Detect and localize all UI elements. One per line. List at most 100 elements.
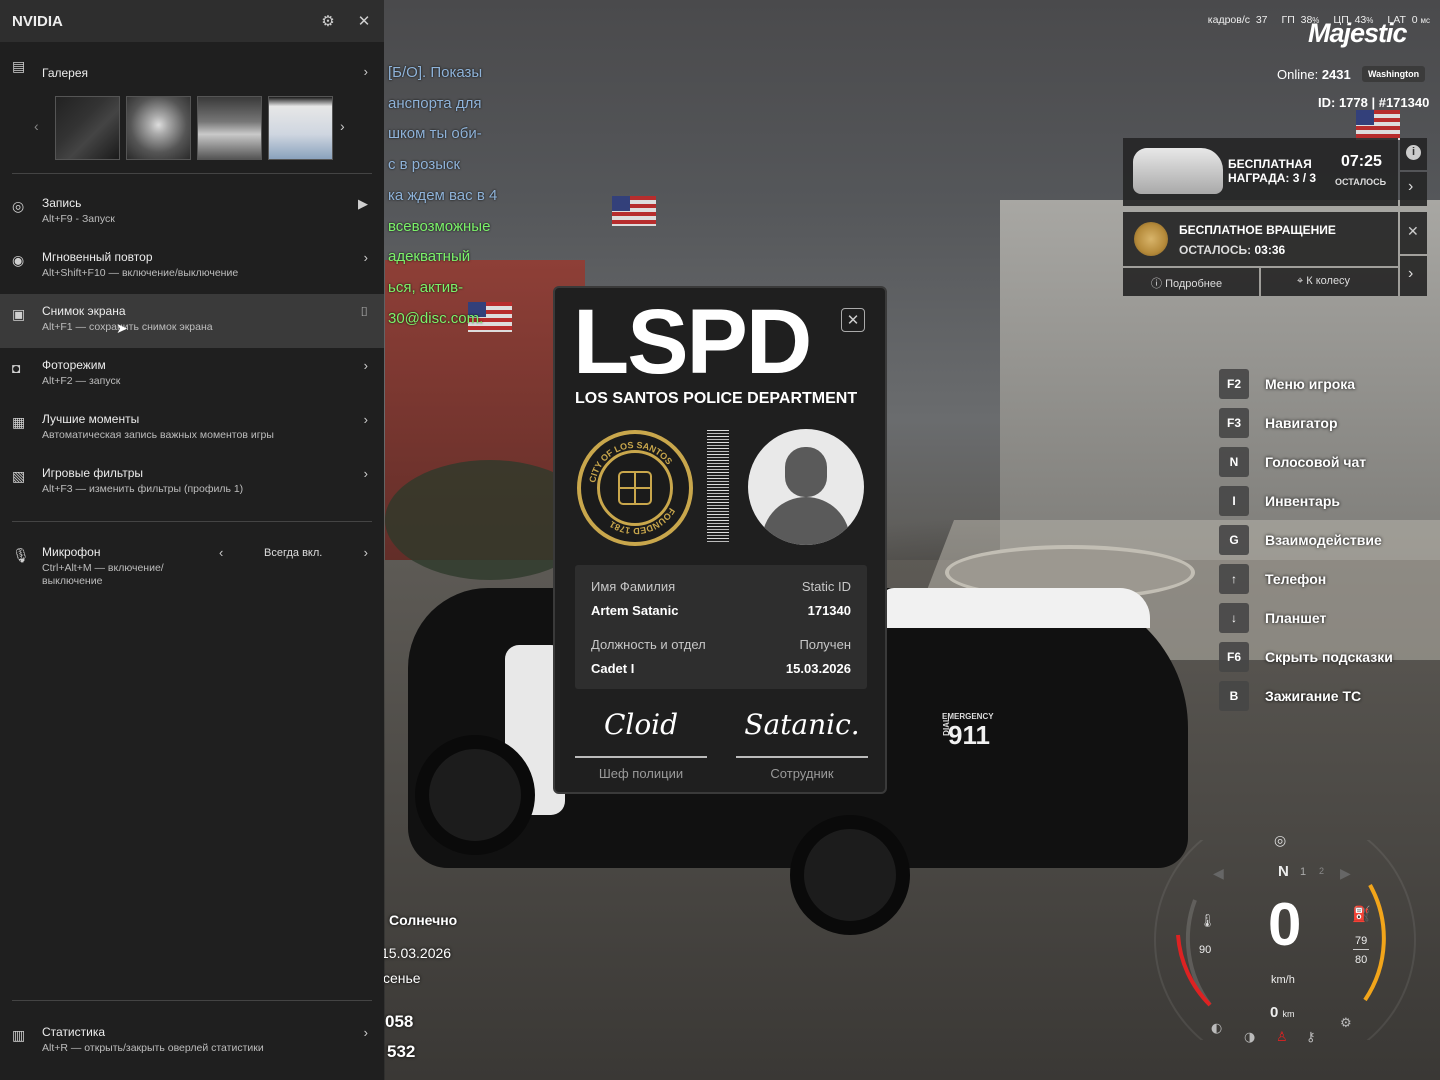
hint-label: Телефон [1265, 571, 1327, 587]
statistics-row[interactable]: ▥ Статистика Alt+R — открыть/закрыть ове… [0, 1015, 384, 1069]
gallery-thumbnails [55, 96, 333, 160]
chat-line: 30@disc.com. [388, 309, 484, 327]
record-icon: ◎ [12, 198, 25, 214]
hint-key: F3 [1219, 408, 1249, 438]
close-icon[interactable]: ✕ [356, 13, 372, 30]
reward-count: НАГРАДА: 3 / 3 [1228, 171, 1317, 185]
svg-text:CITY OF LOS SANTOS: CITY OF LOS SANTOS [587, 440, 674, 483]
hint-key: F2 [1219, 369, 1249, 399]
issued-value: 15.03.2026 [785, 661, 851, 676]
instant-replay-shortcut: Alt+Shift+F10 — включение/выключение [42, 267, 239, 279]
turn-right-icon: ▶ [1340, 866, 1351, 882]
play-icon[interactable]: ▶ [358, 196, 368, 212]
gear-indicator: N [1278, 863, 1289, 880]
nvidia-overlay-panel: NVIDIA ⚙ ✕ ▤ Галерея › ‹ › ◎ Запись Alt+… [0, 0, 384, 1080]
screenshot-row[interactable]: ▣ Снимок экрана Alt+F1 — сохранить снимо… [0, 294, 384, 348]
speed-unit: km/h [1271, 974, 1295, 986]
spin-wheel-label: ⌖ К колесу [1297, 275, 1351, 287]
chat-line: анспорта для [388, 94, 482, 112]
seatbelt-icon: ♙ [1276, 1030, 1288, 1045]
chevron-right-icon: › [363, 466, 368, 481]
game-filters-row[interactable]: ▧ Игровые фильтры Alt+F3 — изменить филь… [0, 456, 384, 510]
fuel-max: 80 [1355, 954, 1368, 966]
microphone-row: 🎙 Микрофон Ctrl+Alt+M — включение/ выклю… [0, 535, 384, 601]
gallery-thumbnail[interactable] [197, 96, 262, 160]
highlights-row[interactable]: ▦ Лучшие моменты Автоматическая запись в… [0, 402, 384, 456]
spin-next-button[interactable]: › [1400, 256, 1427, 296]
server-badge: Washington [1362, 66, 1426, 82]
engine-icon: ⚙ [1340, 1016, 1352, 1031]
fuel-level: 79 [1355, 935, 1368, 947]
barcode [707, 430, 729, 544]
chief-caption: Шеф полиции [598, 766, 684, 781]
chevron-right-icon: › [363, 1025, 368, 1040]
gear-2: 2 [1319, 866, 1325, 876]
gallery-label: Галерея [42, 66, 89, 80]
engine-temp: 90 [1199, 944, 1212, 956]
nvidia-title: NVIDIA [12, 12, 63, 30]
car-icon [1133, 148, 1223, 194]
instant-replay-row[interactable]: ◉ Мгновенный повтор Alt+Shift+F10 — вклю… [0, 240, 384, 294]
hint-label: Взаимодействие [1265, 532, 1382, 548]
record-label: Запись [42, 196, 82, 210]
gear-icon[interactable]: ⚙ [320, 13, 336, 30]
chevron-right-icon: › [1408, 265, 1414, 282]
game-filters-shortcut: Alt+F3 — изменить фильтры (профиль 1) [42, 483, 244, 495]
hint-label: Инвентарь [1265, 493, 1340, 509]
spin-more-label: ⓘ Подробнее [1151, 278, 1223, 290]
statistics-icon: ▥ [12, 1027, 26, 1043]
spin-wheel-button[interactable]: ⌖ К колесу [1261, 268, 1398, 296]
avatar [748, 429, 864, 545]
chevron-left-icon[interactable]: ‹ [219, 545, 223, 560]
chat-line: ка ждем вас в 4 [388, 186, 498, 204]
chevron-right-icon[interactable]: › [364, 545, 368, 560]
gear-1: 1 [1300, 866, 1307, 878]
microphone-shortcut: Ctrl+Alt+M — включение/ выключение [42, 562, 164, 587]
chevron-right-icon: › [363, 358, 368, 373]
hint-key: I [1219, 486, 1249, 516]
employee-caption: Сотрудник [770, 766, 834, 781]
gallery-next-icon[interactable]: › [340, 118, 345, 134]
mouse-cursor-icon: ➤ [116, 320, 128, 336]
weather-text: Солнечно [389, 912, 458, 928]
car-wheel [415, 735, 535, 855]
hint-key: ↓ [1219, 603, 1249, 633]
gallery-prev-icon[interactable]: ‹ [34, 118, 39, 134]
spin-close-button[interactable]: ✕ [1400, 212, 1427, 254]
info-icon: i [1406, 145, 1421, 160]
spin-more-button[interactable]: ⓘ Подробнее [1123, 268, 1259, 296]
free-reward-card[interactable]: БЕСПЛАТНАЯ НАГРАДА: 3 / 3 07:25 ОСТАЛОСЬ [1123, 138, 1398, 206]
car-911-text: 911 [948, 720, 990, 750]
free-spin-card: БЕСПЛАТНОЕ ВРАЩЕНИЕ ОСТАЛОСЬ: 03:36 [1123, 212, 1398, 266]
temperature-icon: 🌡 [1199, 914, 1216, 929]
spin-title: БЕСПЛАТНОЕ ВРАЩЕНИЕ [1179, 223, 1336, 237]
record-shortcut: Alt+F9 - Запуск [42, 213, 115, 225]
gallery-thumbnail[interactable] [268, 96, 333, 160]
screenshot-shortcut: Alt+F1 — сохранить снимок экрана [42, 321, 213, 333]
gallery-row[interactable]: ▤ Галерея › [0, 46, 384, 100]
hint-label: Зажигание ТС [1265, 688, 1362, 704]
chat-line: шком ты оби- [388, 125, 482, 143]
majestic-logo: Majestic [1308, 18, 1408, 48]
info-button[interactable]: i [1400, 138, 1427, 170]
photo-mode-row[interactable]: ◘ Фоторежим Alt+F2 — запуск › [0, 348, 384, 402]
police-car-roof [880, 588, 1150, 628]
camera-icon[interactable]: ⌷ [360, 304, 368, 320]
chevron-right-icon: › [363, 64, 368, 79]
gallery-thumbnail[interactable] [55, 96, 120, 160]
hint-label: Голосовой чат [1265, 454, 1367, 470]
signature-line [575, 756, 707, 758]
screenshot-label: Снимок экрана [42, 304, 126, 318]
record-row[interactable]: ◎ Запись Alt+F9 - Запуск ▶ [0, 186, 384, 240]
close-icon[interactable]: ✕ [841, 308, 865, 332]
chief-signature: Cloid [603, 708, 679, 741]
gallery-thumbnail[interactable] [126, 96, 191, 160]
chevron-right-icon: › [363, 250, 368, 265]
name-label: Имя Фамилия [591, 579, 676, 594]
gallery-icon: ▤ [12, 58, 26, 74]
reward-next-button[interactable]: › [1400, 172, 1427, 206]
hint-label: Навигатор [1265, 415, 1338, 431]
highlights-icon: ▦ [12, 414, 26, 430]
hint-key: B [1219, 681, 1249, 711]
signature-line [736, 756, 868, 758]
